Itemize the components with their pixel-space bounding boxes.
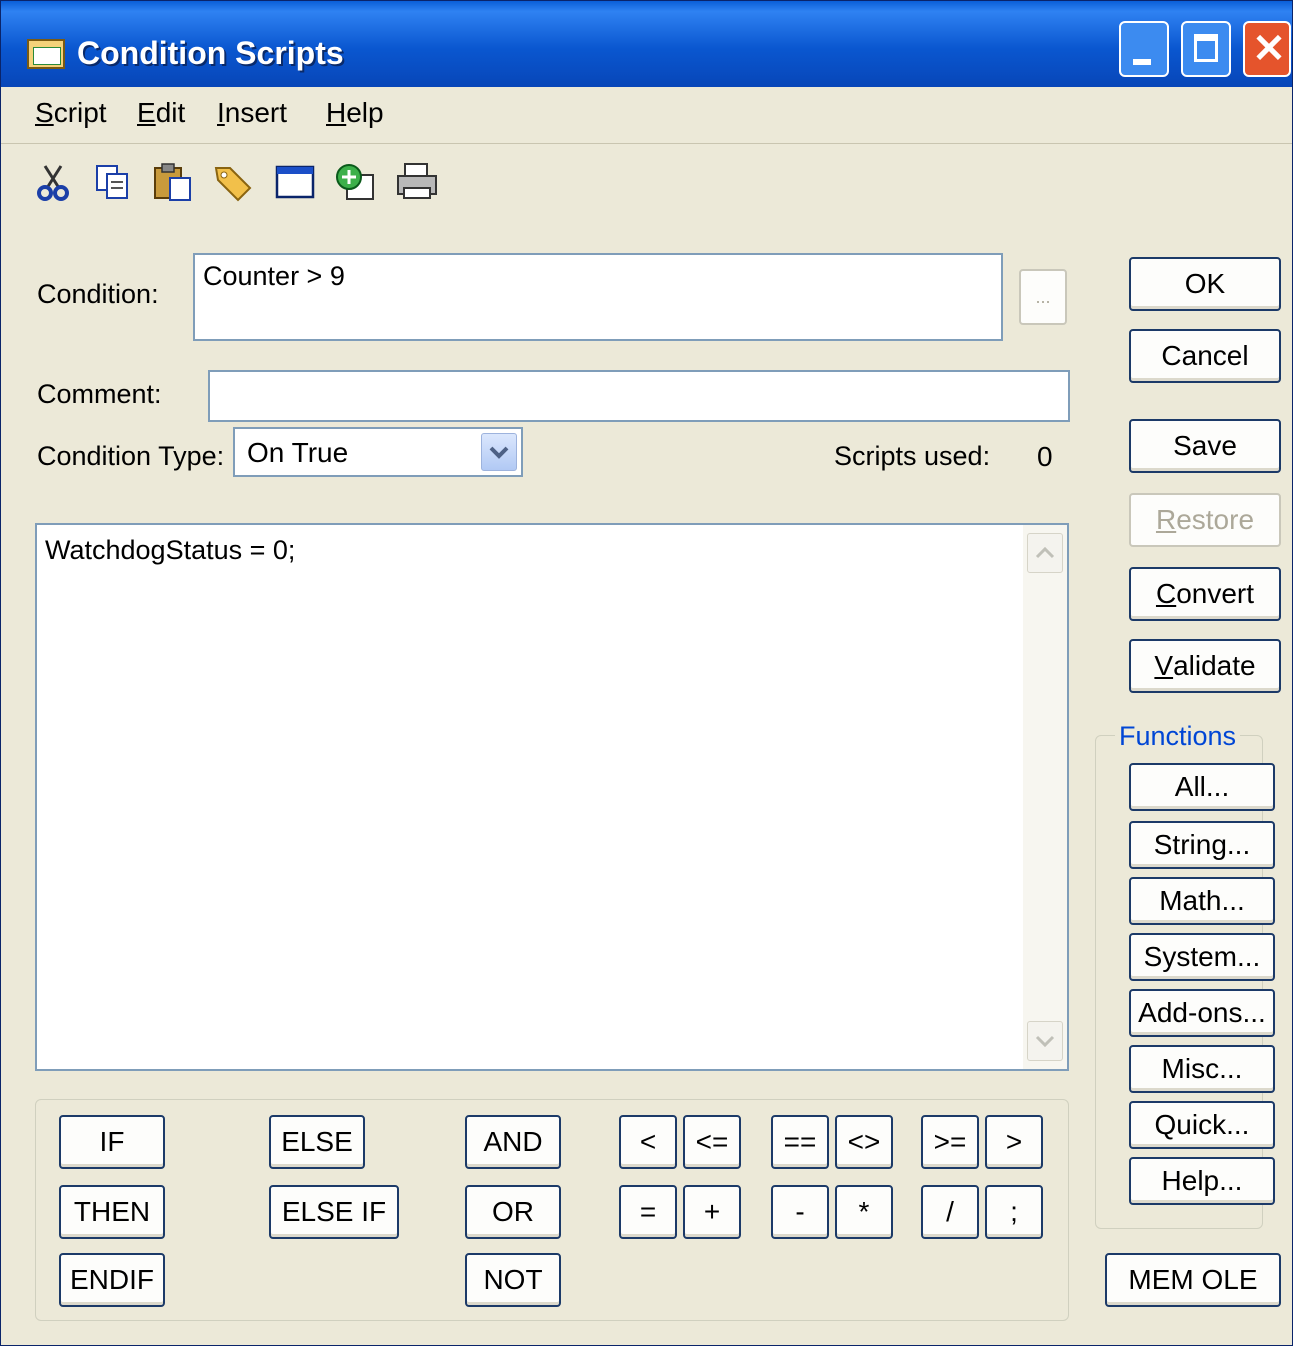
close-button[interactable]: ✕ — [1243, 21, 1291, 77]
window-title: Condition Scripts — [77, 35, 344, 71]
cancel-button[interactable]: Cancel — [1129, 329, 1281, 383]
menu-bar: Script Edit Insert Help — [1, 87, 1292, 144]
minimize-button[interactable] — [1119, 21, 1169, 77]
app-icon — [27, 39, 65, 69]
op-greater-equal-button[interactable]: >= — [921, 1115, 979, 1169]
function-addons-button[interactable]: Add-ons... — [1129, 989, 1275, 1037]
chevron-down-icon — [489, 446, 509, 459]
function-math-button[interactable]: Math... — [1129, 877, 1275, 925]
title-bar[interactable]: Condition Scripts ✕ — [1, 1, 1292, 87]
condition-type-value: On True — [247, 437, 349, 468]
toolbar — [1, 144, 1292, 222]
print-icon[interactable] — [395, 160, 439, 204]
comment-label: Comment: — [37, 379, 162, 409]
op-not-equal-button[interactable]: <> — [835, 1115, 893, 1169]
scroll-up-button[interactable] — [1027, 533, 1063, 573]
minimize-icon — [1133, 59, 1151, 65]
op-not-button[interactable]: NOT — [465, 1253, 561, 1307]
paste-icon[interactable] — [151, 160, 195, 204]
function-string-button[interactable]: String... — [1129, 821, 1275, 869]
scroll-down-button[interactable] — [1027, 1021, 1063, 1061]
functions-title: Functions — [1115, 721, 1241, 752]
menu-edit-label: dit — [155, 97, 186, 128]
dropdown-button[interactable] — [481, 433, 517, 471]
convert-accel: C — [1155, 578, 1177, 609]
op-plus-button[interactable]: + — [683, 1185, 741, 1239]
menu-edit[interactable]: Edit — [137, 97, 185, 129]
restore-accel: R — [1155, 504, 1177, 535]
vertical-scrollbar[interactable] — [1023, 525, 1067, 1069]
menu-script[interactable]: Script — [35, 97, 107, 129]
script-editor[interactable]: WatchdogStatus = 0; — [35, 523, 1069, 1071]
save-button[interactable]: Save — [1129, 419, 1281, 473]
condition-type-label: Condition Type: — [37, 441, 225, 471]
op-multiply-button[interactable]: * — [835, 1185, 893, 1239]
menu-help-accel: H — [326, 97, 347, 128]
chevron-up-icon — [1035, 546, 1055, 559]
op-then-button[interactable]: THEN — [59, 1185, 165, 1239]
function-misc-button[interactable]: Misc... — [1129, 1045, 1275, 1093]
menu-script-accel: S — [35, 97, 54, 128]
chevron-down-icon — [1035, 1035, 1055, 1048]
copy-icon[interactable] — [91, 160, 135, 204]
condition-label: Condition: — [37, 279, 159, 309]
op-minus-button[interactable]: - — [771, 1185, 829, 1239]
menu-script-label: cript — [53, 97, 107, 128]
function-all-button[interactable]: All... — [1129, 763, 1275, 811]
function-help-button[interactable]: Help... — [1129, 1157, 1275, 1205]
maximize-icon — [1194, 34, 1218, 62]
restore-label: estore — [1176, 504, 1255, 535]
validate-button[interactable]: Validate — [1129, 639, 1281, 693]
condition-scripts-window: Condition Scripts ✕ Script Edit Insert H… — [0, 0, 1293, 1346]
maximize-button[interactable] — [1181, 21, 1231, 77]
validate-accel: V — [1154, 650, 1174, 681]
condition-field[interactable]: Counter > 9 — [193, 253, 1003, 341]
condition-type-select[interactable]: On True — [233, 427, 523, 477]
restore-button[interactable]: Restore — [1129, 493, 1281, 547]
menu-edit-accel: E — [137, 97, 156, 128]
mem-ole-button[interactable]: MEM OLE — [1105, 1253, 1281, 1307]
validate-label: alidate — [1173, 650, 1256, 681]
function-system-button[interactable]: System... — [1129, 933, 1275, 981]
op-less-than-button[interactable]: < — [619, 1115, 677, 1169]
op-less-equal-button[interactable]: <= — [683, 1115, 741, 1169]
script-text[interactable]: WatchdogStatus = 0; — [45, 535, 295, 566]
menu-help[interactable]: Help — [326, 97, 384, 129]
menu-insert[interactable]: Insert — [217, 97, 287, 129]
op-if-button[interactable]: IF — [59, 1115, 165, 1169]
op-divide-button[interactable]: / — [921, 1185, 979, 1239]
op-semicolon-button[interactable]: ; — [985, 1185, 1043, 1239]
op-else-button[interactable]: ELSE — [269, 1115, 365, 1169]
ok-button[interactable]: OK — [1129, 257, 1281, 311]
tag-icon[interactable] — [211, 160, 255, 204]
scripts-used-label: Scripts used: — [834, 441, 991, 471]
comment-field[interactable] — [208, 370, 1070, 422]
menu-insert-label: nsert — [224, 97, 288, 128]
menu-help-label: elp — [346, 97, 384, 128]
close-icon: ✕ — [1252, 27, 1286, 71]
menu-insert-accel: I — [217, 97, 225, 128]
op-greater-than-button[interactable]: > — [985, 1115, 1043, 1169]
op-and-button[interactable]: AND — [465, 1115, 561, 1169]
op-endif-button[interactable]: ENDIF — [59, 1253, 165, 1307]
op-assign-button[interactable]: = — [619, 1185, 677, 1239]
scripts-used-value: 0 — [1037, 441, 1053, 472]
convert-label: onvert — [1176, 578, 1255, 609]
function-quick-button[interactable]: Quick... — [1129, 1101, 1275, 1149]
op-equals-equals-button[interactable]: == — [771, 1115, 829, 1169]
convert-button[interactable]: Convert — [1129, 567, 1281, 621]
cut-icon[interactable] — [31, 160, 75, 204]
op-else-if-button[interactable]: ELSE IF — [269, 1185, 399, 1239]
insert-icon[interactable] — [333, 160, 377, 204]
window-icon[interactable] — [273, 160, 317, 204]
browse-button[interactable]: ... — [1019, 269, 1067, 325]
op-or-button[interactable]: OR — [465, 1185, 561, 1239]
